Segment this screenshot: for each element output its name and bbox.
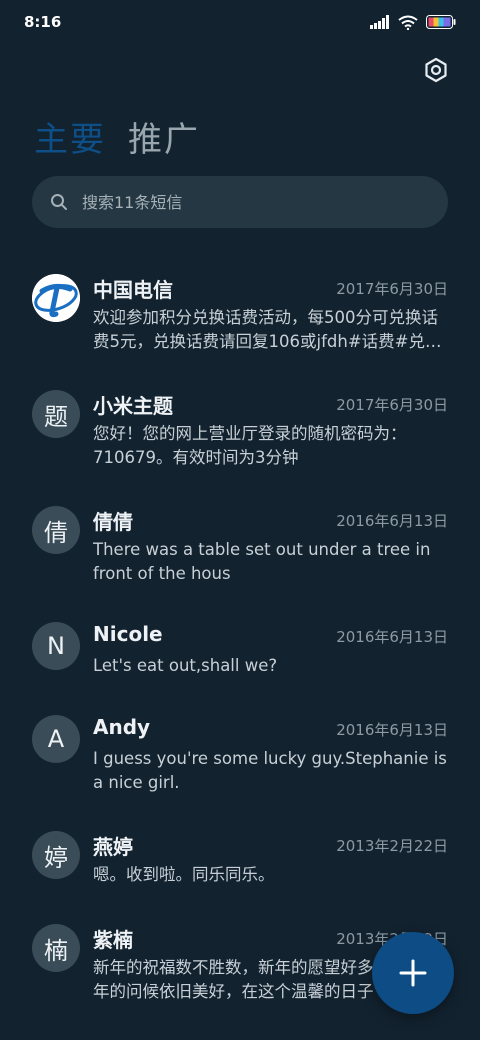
message-date: 2016年6月13日 bbox=[336, 512, 448, 530]
message-preview: Let's eat out,shall we? bbox=[93, 656, 278, 675]
avatar: 楠 bbox=[32, 924, 80, 972]
conversation-list: 中国电信 2017年6月30日 欢迎参加积分兑换话费活动，每500分可兑换话费5… bbox=[0, 258, 480, 1024]
contact-name: 紫楠 bbox=[93, 928, 133, 952]
tab-primary[interactable]: 主要 bbox=[34, 112, 106, 161]
wifi-icon bbox=[398, 15, 418, 30]
avatar: 倩 bbox=[32, 506, 80, 554]
contact-name: 倩倩 bbox=[93, 510, 133, 534]
conversation-item[interactable]: 中国电信 2017年6月30日 欢迎参加积分兑换话费活动，每500分可兑换话费5… bbox=[0, 258, 480, 374]
message-preview: There was a table set out under a tree i… bbox=[93, 540, 431, 583]
message-date: 2016年6月13日 bbox=[336, 721, 448, 739]
message-preview: I guess you're some lucky guy.Stephanie … bbox=[93, 749, 447, 792]
message-preview: 欢迎参加积分兑换话费活动，每500分可兑换话费5元，兑换话费请回复106或jfd… bbox=[93, 308, 442, 351]
conversation-item[interactable]: 婷 燕婷 2013年2月22日 嗯。收到啦。同乐同乐。 bbox=[0, 815, 480, 908]
china-telecom-logo-icon bbox=[32, 274, 80, 322]
contact-name: 燕婷 bbox=[93, 835, 133, 859]
battery-icon bbox=[426, 15, 456, 29]
contact-name: 中国电信 bbox=[93, 278, 173, 302]
conversation-item[interactable]: A Andy 2016年6月13日 I guess you're some lu… bbox=[0, 699, 480, 815]
message-date: 2016年6月13日 bbox=[336, 628, 448, 646]
status-bar: 8:16 bbox=[0, 0, 480, 44]
search-bar[interactable] bbox=[32, 176, 448, 228]
message-date: 2017年6月30日 bbox=[336, 396, 448, 414]
contact-name: 小米主题 bbox=[93, 394, 173, 418]
message-date: 2013年2月22日 bbox=[336, 837, 448, 855]
search-input[interactable] bbox=[82, 192, 412, 212]
contact-name: Nicole bbox=[93, 622, 163, 646]
signal-icon bbox=[370, 15, 389, 29]
search-icon bbox=[51, 194, 67, 210]
message-preview: 您好！您的网上营业厅登录的随机密码为：710679。有效时间为3分钟 bbox=[93, 424, 407, 467]
avatar: A bbox=[32, 715, 80, 763]
conversation-item[interactable]: 题 小米主题 2017年6月30日 您好！您的网上营业厅登录的随机密码为：710… bbox=[0, 374, 480, 490]
settings-button[interactable] bbox=[420, 54, 452, 86]
avatar: N bbox=[32, 622, 80, 670]
contact-name: Andy bbox=[93, 715, 151, 739]
avatar: 题 bbox=[32, 390, 80, 438]
message-preview: 嗯。收到啦。同乐同乐。 bbox=[93, 865, 275, 884]
compose-button[interactable] bbox=[372, 932, 454, 1014]
plus-icon bbox=[399, 959, 427, 987]
tab-promotions[interactable]: 推广 bbox=[128, 112, 200, 161]
conversation-item[interactable]: N Nicole 2016年6月13日 Let's eat out,shall … bbox=[0, 606, 480, 699]
status-icons bbox=[370, 15, 456, 30]
status-time: 8:16 bbox=[24, 13, 62, 31]
tab-bar: 主要 推广 bbox=[34, 112, 200, 161]
conversation-item[interactable]: 倩 倩倩 2016年6月13日 There was a table set ou… bbox=[0, 490, 480, 606]
avatar bbox=[32, 274, 80, 322]
hexagon-settings-icon bbox=[425, 57, 447, 83]
message-date: 2017年6月30日 bbox=[336, 280, 448, 298]
avatar: 婷 bbox=[32, 831, 80, 879]
